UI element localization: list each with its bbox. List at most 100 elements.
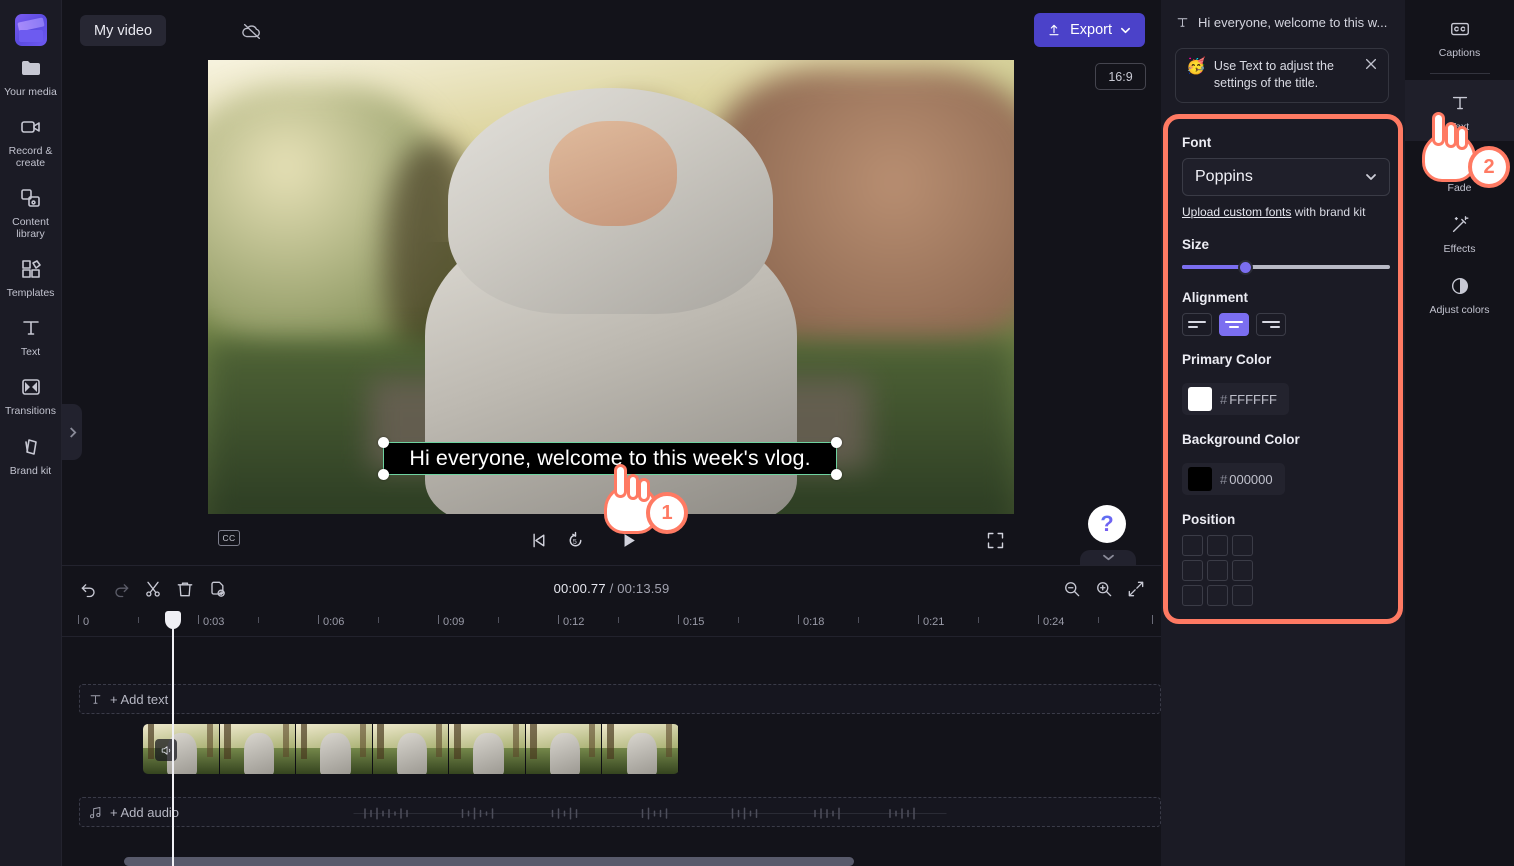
video-clip[interactable] <box>143 724 679 774</box>
position-cell-bottom-left[interactable] <box>1182 585 1203 606</box>
background-color-swatch[interactable] <box>1188 467 1212 491</box>
resize-handle-bottom-left[interactable] <box>378 469 389 480</box>
background-color-label: Background Color <box>1182 432 1300 447</box>
resize-handle-top-right[interactable] <box>831 437 842 448</box>
text-t-icon <box>18 315 44 341</box>
ruler-label: 0:21 <box>923 616 945 628</box>
add-audio-track[interactable]: + Add audio <box>79 797 1161 827</box>
fit-to-screen-icon[interactable] <box>1123 576 1149 602</box>
upload-icon <box>1049 24 1059 36</box>
tab-adjust-colors[interactable]: Adjust colors <box>1405 263 1514 324</box>
ruler-label: 0:03 <box>203 616 225 628</box>
sidebar-item-templates[interactable]: Templates <box>0 247 62 306</box>
skip-to-start-icon[interactable] <box>524 526 552 554</box>
text-t-icon <box>1177 17 1188 27</box>
project-name-button[interactable]: My video <box>80 15 167 46</box>
primary-color-label: Primary Color <box>1182 352 1272 367</box>
zoom-in-icon[interactable] <box>1091 576 1117 602</box>
align-center-button[interactable] <box>1219 313 1249 336</box>
timeline-horizontal-scrollbar[interactable] <box>124 857 854 866</box>
panel-title: Hi everyone, welcome to this w... <box>1198 14 1388 30</box>
position-cell-top-right[interactable] <box>1232 535 1253 556</box>
sidebar-item-brand-kit[interactable]: Brand kit <box>0 425 62 484</box>
sidebar-item-transitions[interactable]: Transitions <box>0 365 62 424</box>
cloud-off-icon[interactable] <box>234 15 270 46</box>
alignment-options <box>1182 313 1384 336</box>
party-face-emoji: 🥳 <box>1186 58 1206 75</box>
text-t-icon <box>80 692 110 707</box>
step-badge-one: 1 <box>646 492 688 534</box>
panel-header: Hi everyone, welcome to this w... <box>1161 10 1405 34</box>
tab-label: Fade <box>1447 182 1472 195</box>
position-cell-bottom-center[interactable] <box>1207 585 1228 606</box>
align-right-button[interactable] <box>1256 313 1286 336</box>
position-cell-middle-right[interactable] <box>1232 560 1253 581</box>
background-color-value: #000000 <box>1220 471 1273 487</box>
rail-divider <box>1429 73 1490 75</box>
templates-icon <box>18 256 44 282</box>
sidebar-item-content-library[interactable]: Content library <box>0 176 62 247</box>
timeline-ruler[interactable]: 0 0:03 0:06 0:09 0:12 0:15 0:18 0:21 0:2 <box>62 611 1161 637</box>
sidebar-item-text[interactable]: Text <box>0 306 62 365</box>
step-badge-two: 2 <box>1468 146 1510 188</box>
folder-icon <box>18 55 44 81</box>
upload-custom-fonts-link[interactable]: Upload custom fonts <box>1182 205 1291 219</box>
position-cell-bottom-right[interactable] <box>1232 585 1253 606</box>
magic-wand-icon <box>1447 212 1473 238</box>
primary-color-swatch[interactable] <box>1188 387 1212 411</box>
help-button[interactable]: ? <box>1088 505 1126 543</box>
content-library-icon <box>18 185 44 211</box>
sidebar-expand-tab[interactable] <box>62 404 82 460</box>
sidebar-item-label: Record & create <box>8 145 53 170</box>
sidebar-item-label: Brand kit <box>9 464 52 477</box>
fullscreen-icon[interactable] <box>981 526 1009 554</box>
tip-callout: 🥳 Use Text to adjust the settings of the… <box>1175 48 1389 103</box>
export-button[interactable]: Export <box>1034 13 1145 47</box>
sidebar-item-label: Transitions <box>5 405 56 418</box>
primary-color-field[interactable]: # FFFFFF <box>1182 383 1289 415</box>
chevron-down-icon <box>1121 27 1130 33</box>
add-text-track[interactable]: + Add text <box>79 684 1161 714</box>
video-stage[interactable]: Hi everyone, welcome to this week's vlog… <box>208 60 1014 514</box>
alignment-label: Alignment <box>1182 290 1248 305</box>
font-select[interactable]: Poppins <box>1182 158 1390 196</box>
position-cell-top-left[interactable] <box>1182 535 1203 556</box>
tab-captions[interactable]: Captions <box>1405 6 1514 67</box>
position-cell-top-center[interactable] <box>1207 535 1228 556</box>
upload-fonts-line: Upload custom fonts with brand kit <box>1182 205 1384 219</box>
tab-effects[interactable]: Effects <box>1405 202 1514 263</box>
timeline-toolbar: 00:00.77 / 00:13.59 <box>62 566 1161 611</box>
ruler-label: 0:24 <box>1043 616 1065 628</box>
tab-label: Adjust colors <box>1429 304 1490 317</box>
rewind-5-seconds-icon[interactable]: 5 <box>561 526 589 554</box>
background-color-field[interactable]: #000000 <box>1182 463 1285 495</box>
playhead[interactable] <box>165 611 181 866</box>
closed-captions-icon <box>1447 16 1473 42</box>
chevron-down-icon <box>1102 554 1114 561</box>
sidebar-item-your-media[interactable]: Your media <box>0 46 62 105</box>
export-label: Export <box>1070 22 1112 38</box>
font-value: Poppins <box>1195 168 1253 185</box>
zoom-out-icon[interactable] <box>1059 576 1085 602</box>
position-cell-middle-left[interactable] <box>1182 560 1203 581</box>
sidebar-item-label: Content library <box>12 216 49 241</box>
close-icon[interactable] <box>1364 57 1380 73</box>
ruler-label: 0:09 <box>443 616 465 628</box>
slider-knob[interactable] <box>1238 260 1253 275</box>
size-slider[interactable] <box>1182 260 1390 275</box>
sidebar-item-record-create[interactable]: Record & create <box>0 105 62 176</box>
position-grid <box>1182 535 1384 606</box>
closed-captions-toggle[interactable]: CC <box>218 530 240 546</box>
sidebar-item-label: Text <box>20 346 41 359</box>
resize-handle-top-left[interactable] <box>378 437 389 448</box>
position-cell-middle-center[interactable] <box>1207 560 1228 581</box>
align-left-button[interactable] <box>1182 313 1212 336</box>
resize-handle-bottom-right[interactable] <box>831 469 842 480</box>
tip-text: Use Text to adjust the settings of the t… <box>1213 59 1334 90</box>
primary-color-value: # FFFFFF <box>1220 391 1277 407</box>
ruler-label: 0:15 <box>683 616 705 628</box>
upload-suffix: with brand kit <box>1291 205 1366 219</box>
aspect-ratio-button[interactable]: 16:9 <box>1095 63 1146 90</box>
sidebar-item-label: Templates <box>6 287 55 300</box>
chevron-right-icon <box>69 426 76 438</box>
